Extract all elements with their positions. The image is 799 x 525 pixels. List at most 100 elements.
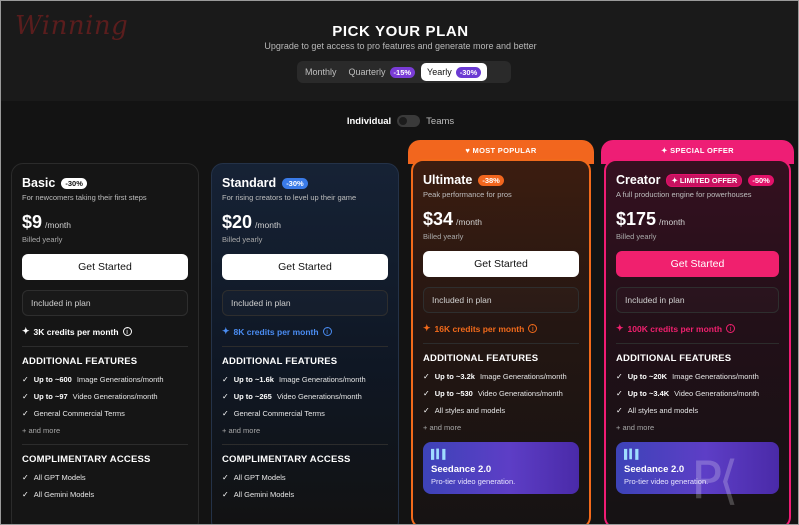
feature-item: ✓ Up to ~1.6k Image Generations/month [222, 375, 388, 384]
billed-yearly-note: Billed yearly [222, 235, 263, 244]
credits-text: 3K credits per month [33, 326, 119, 337]
feature-text: Image Generations/month [76, 375, 164, 384]
divider [616, 343, 779, 344]
plan-description: For newcomers taking their first steps [22, 193, 147, 202]
get-started-button[interactable]: Get Started [423, 251, 579, 277]
plan-discount-badge: -30% [61, 177, 87, 189]
price-period: /month [255, 220, 282, 230]
billing-monthly-label: Monthly [305, 67, 337, 77]
billing-yearly-label: Yearly [427, 67, 452, 77]
comp-item: ✓ All Gemini Models [22, 490, 188, 499]
plan-price: $175 [616, 209, 657, 229]
feature-text: Image Generations/month [479, 372, 567, 381]
and-more-link[interactable]: + and more [423, 423, 579, 432]
plan-description: Peak performance for pros [423, 190, 512, 199]
included-in-plan-box[interactable]: Included in plan [423, 287, 579, 313]
most-popular-label: MOST POPULAR [472, 146, 537, 155]
additional-features-title: ADDITIONAL FEATURES [423, 353, 539, 364]
individual-label[interactable]: Individual [347, 116, 391, 127]
credits-text: 8K credits per month [233, 326, 319, 337]
divider [423, 343, 579, 344]
promo-subtitle: Pro-tier video generation. [431, 477, 516, 486]
get-started-button[interactable]: Get Started [22, 254, 188, 280]
feature-text: Image Generations/month [278, 375, 366, 384]
feature-bold: Up to ~1.6k [233, 375, 274, 384]
included-in-plan-box[interactable]: Included in plan [616, 287, 779, 313]
check-icon: ✓ [423, 389, 430, 398]
page-subtitle: Upgrade to get access to pro features an… [264, 41, 537, 51]
billing-quarterly-option[interactable]: Quarterly -15% [343, 63, 422, 81]
feature-bold: Up to ~530 [434, 389, 473, 398]
feature-item: ✓ Up to ~265 Video Generations/month [222, 392, 388, 401]
feature-text: All styles and models [434, 406, 506, 415]
plan-discount-badge: -50% [748, 174, 774, 186]
feature-text: Image Generations/month [672, 372, 759, 381]
check-icon: ✓ [616, 406, 623, 415]
feature-text: Video Generations/month [72, 392, 158, 401]
included-in-plan-box[interactable]: Included in plan [222, 290, 388, 316]
plan-price: $9 [22, 212, 43, 232]
info-icon[interactable]: i [726, 324, 736, 333]
plan-card-basic: Basic -30% For newcomers taking their fir… [11, 163, 199, 524]
credits-line: ✦ 100K credits per month i [616, 323, 779, 334]
plan-name: Creator [616, 173, 661, 187]
sparkle-icon: ✦ [616, 323, 624, 333]
check-icon: ✓ [222, 392, 229, 401]
included-in-plan-box[interactable]: Included in plan [22, 290, 188, 316]
billed-yearly-note: Billed yearly [423, 232, 464, 241]
and-more-link[interactable]: + and more [616, 423, 779, 432]
info-icon[interactable]: i [528, 324, 538, 333]
billed-yearly-note: Billed yearly [22, 235, 63, 244]
price-period: /month [45, 220, 72, 230]
and-more-link[interactable]: + and more [22, 426, 188, 435]
billing-monthly-option[interactable]: Monthly [299, 63, 343, 81]
yearly-discount-badge: -30% [455, 66, 482, 78]
comp-item: ✓ All GPT Models [22, 473, 188, 482]
check-icon: ✓ [423, 406, 430, 415]
price-period: /month [456, 217, 483, 227]
feature-bold: Up to ~600 [33, 375, 72, 384]
feature-item: ✓ Up to ~97 Video Generations/month [22, 392, 188, 401]
check-icon: ✓ [22, 409, 29, 418]
header: Winning PICK YOUR PLAN Upgrade to get ac… [1, 1, 798, 101]
heart-icon: ♥ [465, 146, 473, 155]
credits-text: 100K credits per month [627, 323, 723, 334]
teams-label[interactable]: Teams [426, 116, 454, 127]
limited-offer-text: LIMITED OFFER [679, 175, 738, 185]
info-icon[interactable]: i [322, 327, 332, 336]
credits-text: 16K credits per month [434, 323, 525, 334]
feature-bold: Up to ~3.2k [434, 372, 475, 381]
feature-item: ✓ Up to ~600 Image Generations/month [22, 375, 188, 384]
info-icon[interactable]: i [122, 327, 132, 336]
feature-item: ✓ Up to ~530 Video Generations/month [423, 389, 579, 398]
audience-toggle-row: Individual Teams [1, 115, 798, 127]
plan-card-ultimate: Ultimate -38% Peak performance for pros $… [411, 159, 591, 524]
plan-price: $34 [423, 209, 454, 229]
divider [222, 346, 388, 347]
billing-period-switch: Monthly Quarterly -15% Yearly -30% [297, 61, 511, 83]
audience-toggle-switch[interactable] [397, 115, 421, 127]
divider [22, 346, 188, 347]
sparkle-icon: ✦ [423, 323, 431, 333]
billing-yearly-option[interactable]: Yearly -30% [421, 63, 488, 81]
and-more-link[interactable]: + and more [222, 426, 388, 435]
get-started-button[interactable]: Get Started [616, 251, 779, 277]
feature-item: ✓ Up to ~3.4K Video Generations/month [616, 389, 779, 398]
equalizer-icon: ▌▍▌ [431, 449, 449, 459]
price-period: /month [659, 217, 686, 227]
credits-line: ✦ 16K credits per month i [423, 323, 579, 334]
feature-item: ✓ General Commercial Terms [22, 409, 188, 418]
feature-text: Video Generations/month [477, 389, 563, 398]
get-started-button[interactable]: Get Started [222, 254, 388, 280]
seedance-promo-card[interactable]: ▌▍▌ Seedance 2.0 Pro-tier video generati… [423, 442, 579, 494]
feature-text: General Commercial Terms [33, 409, 125, 418]
sparkle-icon: ✦ [661, 146, 671, 155]
comp-text: All GPT Models [233, 473, 286, 482]
divider [22, 444, 188, 445]
feature-text: Video Generations/month [276, 392, 362, 401]
comp-text: All GPT Models [33, 473, 86, 482]
feature-bold: Up to ~97 [33, 392, 68, 401]
divider [222, 444, 388, 445]
comp-item: ✓ All GPT Models [222, 473, 388, 482]
comp-text: All Gemini Models [33, 490, 95, 499]
